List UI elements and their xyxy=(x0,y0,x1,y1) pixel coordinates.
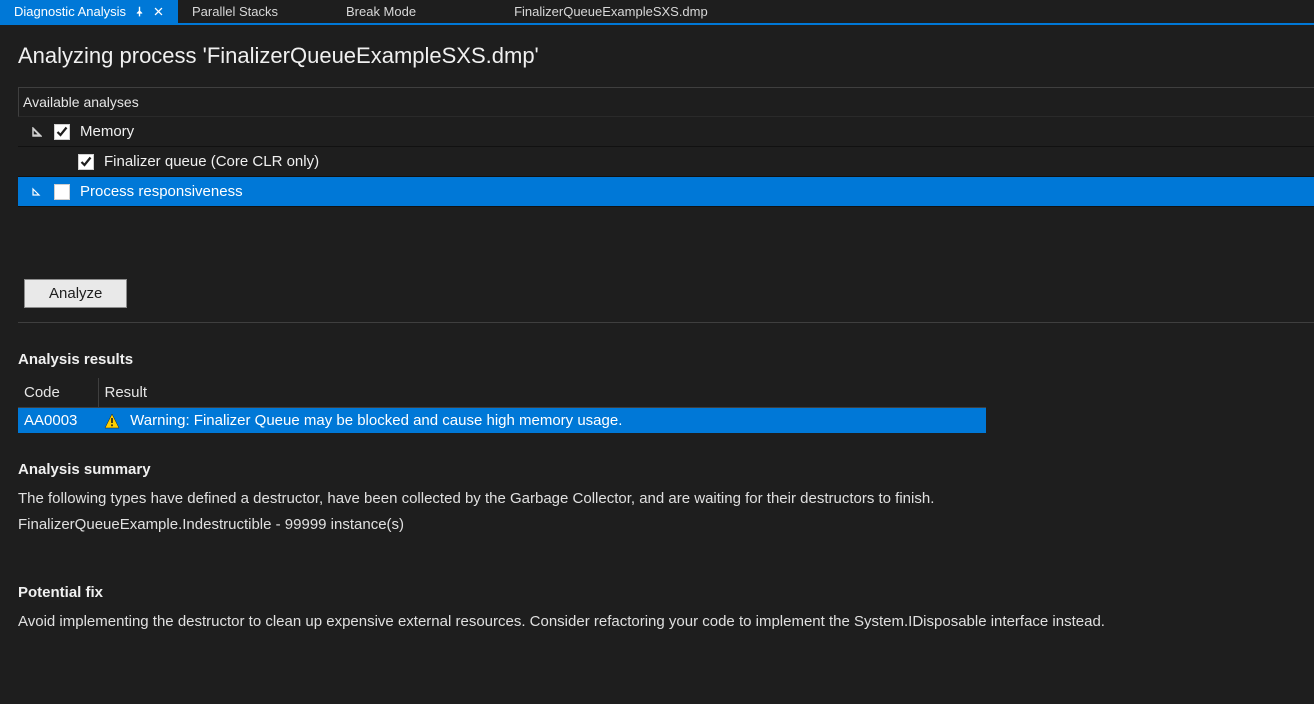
tree-item-process-responsiveness[interactable]: Process responsiveness xyxy=(18,177,1314,207)
tree-item-label: Memory xyxy=(80,123,134,140)
tab-parallel-stacks[interactable]: Parallel Stacks xyxy=(178,0,292,23)
table-row[interactable]: AA0003 Warning: Finalizer Queue may be b… xyxy=(18,408,986,434)
potential-fix-text: Avoid implementing the destructor to cle… xyxy=(18,611,1288,633)
cell-code: AA0003 xyxy=(18,408,98,434)
close-icon[interactable] xyxy=(153,6,164,17)
tab-diagnostic-analysis[interactable]: Diagnostic Analysis xyxy=(0,0,178,23)
tab-label: Diagnostic Analysis xyxy=(14,4,126,19)
pin-icon[interactable] xyxy=(134,6,145,17)
analysis-results-heading: Analysis results xyxy=(18,351,1314,368)
tree-item-label: Process responsiveness xyxy=(80,183,243,200)
page-title: Analyzing process 'FinalizerQueueExample… xyxy=(18,43,1314,69)
analyze-button[interactable]: Analyze xyxy=(24,279,127,308)
tab-break-mode[interactable]: Break Mode xyxy=(332,0,430,23)
tab-spacer xyxy=(430,0,500,23)
main-content: Analyzing process 'FinalizerQueueExample… xyxy=(0,25,1314,632)
available-analyses-heading: Available analyses xyxy=(18,88,1314,117)
expander-icon[interactable] xyxy=(30,125,44,139)
analysis-summary-text-1: The following types have defined a destr… xyxy=(18,488,1288,510)
document-tabstrip: Diagnostic Analysis Parallel Stacks Brea… xyxy=(0,0,1314,25)
column-header-code[interactable]: Code xyxy=(18,378,98,408)
divider xyxy=(18,322,1314,323)
tab-label: Parallel Stacks xyxy=(192,4,278,19)
tab-dump-file[interactable]: FinalizerQueueExampleSXS.dmp xyxy=(500,0,722,23)
expander-icon[interactable] xyxy=(30,185,44,199)
analysis-summary-heading: Analysis summary xyxy=(18,461,1314,478)
checkbox-memory[interactable] xyxy=(54,124,70,140)
analysis-summary-text-2: FinalizerQueueExample.Indestructible - 9… xyxy=(18,514,1288,536)
available-analyses-panel: Available analyses Memory Finalizer queu… xyxy=(18,87,1314,207)
tree-item-finalizer-queue[interactable]: Finalizer queue (Core CLR only) xyxy=(18,147,1314,177)
cell-result: Warning: Finalizer Queue may be blocked … xyxy=(98,408,986,434)
tab-spacer xyxy=(292,0,332,23)
tree-item-memory[interactable]: Memory xyxy=(18,117,1314,147)
potential-fix-heading: Potential fix xyxy=(18,584,1314,601)
table-header-row: Code Result xyxy=(18,378,986,408)
cell-result-text: Warning: Finalizer Queue may be blocked … xyxy=(130,412,622,429)
tab-label: Break Mode xyxy=(346,4,416,19)
column-header-result[interactable]: Result xyxy=(98,378,986,408)
checkbox-finalizer-queue[interactable] xyxy=(78,154,94,170)
checkbox-process-responsiveness[interactable] xyxy=(54,184,70,200)
analysis-results-table: Code Result AA0003 Warning: Finalizer Qu… xyxy=(18,378,986,433)
warning-icon xyxy=(104,413,120,429)
tree-item-label: Finalizer queue (Core CLR only) xyxy=(104,153,319,170)
tab-label: FinalizerQueueExampleSXS.dmp xyxy=(514,4,708,19)
